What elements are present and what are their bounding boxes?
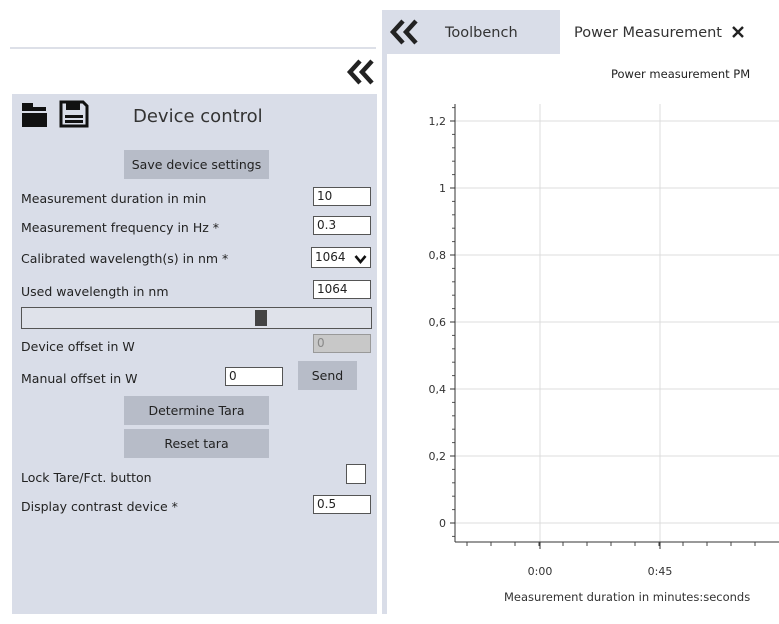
x-tick-label: 0:45 — [648, 565, 673, 578]
y-tick-label: 0,2 — [429, 450, 447, 463]
reset-tara-button[interactable]: Reset tara — [124, 429, 269, 458]
display-contrast-input[interactable]: 0.5 — [313, 495, 371, 514]
send-button[interactable]: Send — [298, 361, 357, 390]
used-wavelength-label: Used wavelength in nm — [21, 284, 169, 299]
calibrated-wavelength-select[interactable]: 1064 — [311, 247, 371, 268]
y-tick-label: 0 — [439, 517, 446, 530]
panel-header: Device control — [12, 94, 377, 136]
device-control-panel: Device control Save device settings Meas… — [12, 94, 377, 614]
y-tick-label: 0,4 — [429, 383, 447, 396]
used-wavelength-input[interactable]: 1064 — [313, 280, 371, 299]
display-contrast-label: Display contrast device * — [21, 499, 178, 514]
measurement-duration-input[interactable]: 10 — [313, 187, 371, 206]
y-tick-label: 1 — [439, 182, 446, 195]
app-window: Device control Save device settings Meas… — [0, 0, 779, 624]
chart-x-axis-label: Measurement duration in minutes:seconds — [504, 590, 751, 604]
tab-toolbench[interactable]: Toolbench — [445, 25, 518, 41]
tab-bar: Toolbench Power Measurement — [382, 10, 760, 54]
y-tick-label: 0,6 — [429, 316, 447, 329]
panel-title: Device control — [133, 106, 263, 127]
collapse-right-icon[interactable] — [388, 17, 422, 47]
tab-power-measurement-label: Power Measurement — [574, 25, 722, 41]
slider-thumb[interactable] — [255, 310, 267, 326]
close-icon[interactable] — [730, 24, 746, 40]
save-device-settings-button[interactable]: Save device settings — [124, 150, 269, 179]
tab-power-measurement[interactable]: Power Measurement — [560, 10, 760, 54]
determine-tara-button[interactable]: Determine Tara — [124, 396, 269, 425]
power-chart: 0 0,2 0,4 0,6 0,8 1 1,2 0:00 0:45 — [429, 104, 779, 578]
measurement-frequency-input[interactable]: 0.3 — [313, 216, 371, 235]
open-folder-icon[interactable] — [21, 102, 49, 128]
measurement-frequency-label: Measurement frequency in Hz * — [21, 220, 220, 235]
manual-offset-label: Manual offset in W — [21, 371, 138, 386]
lock-tare-checkbox[interactable] — [346, 464, 366, 484]
collapse-left-icon[interactable] — [345, 57, 377, 87]
lock-tare-label: Lock Tare/Fct. button — [21, 470, 152, 485]
calibrated-wavelength-value: 1064 — [315, 250, 346, 264]
manual-offset-input[interactable]: 0 — [225, 367, 283, 386]
device-offset-label: Device offset in W — [21, 339, 135, 354]
save-disk-icon[interactable] — [59, 100, 89, 128]
wavelength-slider[interactable] — [21, 307, 372, 329]
x-tick-label: 0:00 — [528, 565, 553, 578]
calibrated-wavelength-label: Calibrated wavelength(s) in nm * — [21, 251, 229, 266]
chevron-down-icon — [354, 252, 367, 265]
y-tick-label: 0,8 — [429, 249, 447, 262]
left-pane-divider — [10, 47, 376, 49]
y-tick-label: 1,2 — [429, 115, 447, 128]
chart-title: Power measurement PM — [611, 67, 751, 81]
device-offset-input: 0 — [313, 334, 371, 353]
measurement-duration-label: Measurement duration in min — [21, 191, 207, 206]
